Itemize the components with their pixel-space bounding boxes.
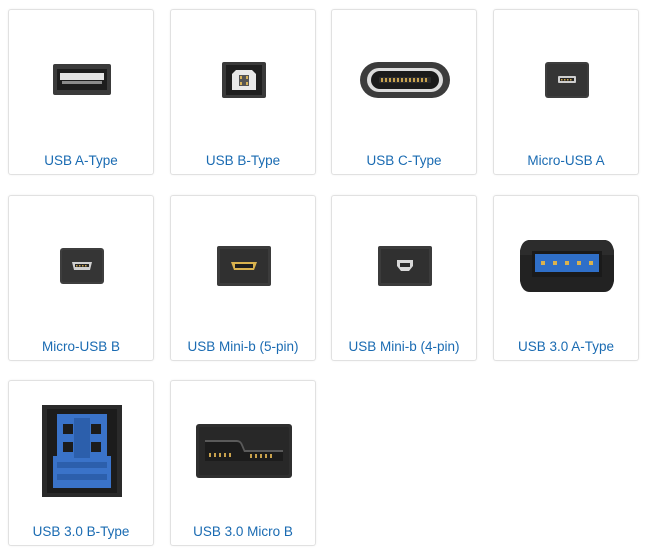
connector-card-micro-usb-a[interactable]: Micro-USB A xyxy=(493,9,639,175)
usb-c-connector-icon xyxy=(332,10,478,150)
connector-label: USB 3.0 A-Type xyxy=(517,339,615,354)
connector-card-usb-mini-b-4-pin[interactable]: USB Mini-b (4-pin) xyxy=(331,195,477,361)
connector-card-usb-c-type[interactable]: USB C-Type xyxy=(331,9,477,175)
connector-card-usb-3-0-micro-b[interactable]: USB 3.0 Micro B xyxy=(170,380,316,546)
connector-label: USB C-Type xyxy=(366,153,442,168)
connector-card-usb-3-0-b-type[interactable]: USB 3.0 B-Type xyxy=(8,380,154,546)
connector-label: USB B-Type xyxy=(205,153,281,168)
connector-card-usb-b-type[interactable]: USB B-Type xyxy=(170,9,316,175)
connector-card-usb-3-0-a-type[interactable]: USB 3.0 A-Type xyxy=(493,195,639,361)
connector-label: Micro-USB A xyxy=(527,153,605,168)
connector-card-micro-usb-b[interactable]: Micro-USB B xyxy=(8,195,154,361)
connector-label: USB 3.0 Micro B xyxy=(193,524,293,539)
connector-label: Micro-USB B xyxy=(41,339,120,354)
connector-card-usb-mini-b-5-pin[interactable]: USB Mini-b (5-pin) xyxy=(170,195,316,361)
micro-usb-b-connector-icon xyxy=(9,196,155,336)
usb-3-a-connector-icon xyxy=(494,196,640,336)
usb-3-micro-b-connector-icon xyxy=(171,381,317,521)
usb-b-connector-icon xyxy=(171,10,317,150)
usb-mini-b-4pin-connector-icon xyxy=(332,196,478,336)
usb-mini-b-5pin-connector-icon xyxy=(171,196,317,336)
connector-label: USB A-Type xyxy=(44,153,118,168)
usb-3-b-connector-icon xyxy=(9,381,155,521)
connector-label: USB Mini-b (5-pin) xyxy=(187,339,299,354)
micro-usb-a-connector-icon xyxy=(494,10,640,150)
connector-label: USB Mini-b (4-pin) xyxy=(348,339,460,354)
connector-label: USB 3.0 B-Type xyxy=(32,524,130,539)
connector-card-usb-a-type[interactable]: USB A-Type xyxy=(8,9,154,175)
usb-a-connector-icon xyxy=(9,10,155,150)
